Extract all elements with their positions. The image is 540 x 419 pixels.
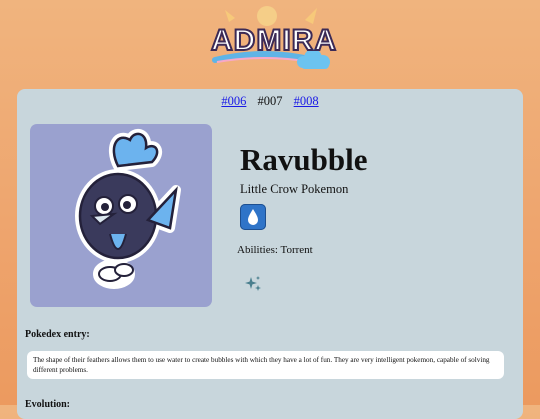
pokemon-abilities: Abilities: Torrent	[237, 244, 313, 256]
pokedex-entry-text: The shape of their feathers allows them …	[27, 351, 504, 379]
pokemon-species: Little Crow Pokemon	[240, 182, 349, 196]
shiny-toggle[interactable]	[243, 274, 263, 294]
sparkle-icon	[245, 276, 261, 291]
pokedex-entry-heading: Pokedex entry:	[25, 329, 90, 340]
next-entry-link[interactable]: #008	[294, 94, 319, 108]
pokedex-navigation: #006 #007 #008	[17, 94, 523, 109]
water-drop-icon	[248, 209, 258, 225]
current-entry-number: #007	[257, 94, 283, 108]
pokemon-portrait	[30, 124, 212, 307]
site-logo[interactable]: ADMIRA	[205, 2, 337, 74]
pokemon-panel: #006 #007 #008 Ravubble Little Crow Poke…	[17, 89, 523, 419]
ravubble-artwork	[75, 128, 181, 289]
logo-text: ADMIRA	[210, 23, 337, 58]
water-type-badge	[240, 204, 266, 230]
prev-entry-link[interactable]: #006	[221, 94, 246, 108]
pokemon-name: Ravubble	[240, 142, 368, 177]
